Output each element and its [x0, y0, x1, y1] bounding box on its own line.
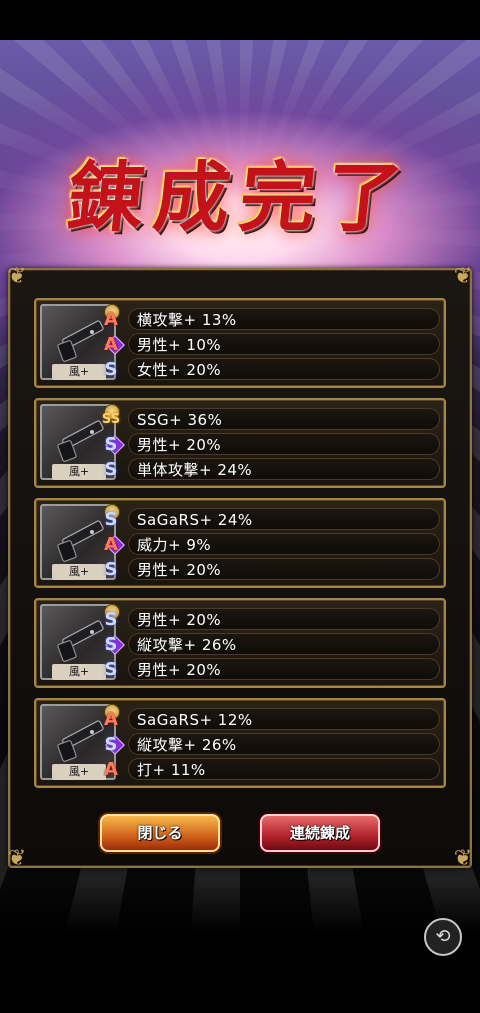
result-title: 錬成完了 — [63, 153, 417, 242]
stat-row: S 女性+ 20% — [105, 358, 440, 380]
rank-s-icon: S — [104, 734, 118, 755]
rank-s-icon: S — [104, 559, 118, 580]
stat-row: S 単体攻撃+ 24% — [105, 458, 440, 480]
stat-row: S 男性+ 20% — [105, 558, 440, 580]
stat-row: S 男性+ 20% — [105, 433, 440, 455]
rank-a-icon: A — [104, 534, 118, 555]
stat-text: 男性+ 20% — [137, 661, 222, 679]
stat-text: SaGaRS+ 12% — [137, 711, 253, 729]
stat-text: SaGaRS+ 24% — [137, 511, 253, 529]
stat-text: 女性+ 20% — [137, 361, 222, 379]
rank-s-icon: S — [104, 609, 118, 630]
rank-s-icon: S — [104, 434, 118, 455]
rank-a-icon: A — [104, 709, 118, 730]
rank-s-icon: S — [104, 359, 118, 380]
weapon-result-card: 風+ A SaGaRS+ 12% S 縦攻撃+ 26% A 打+ 11% — [34, 698, 446, 788]
rank-ss-icon: SS — [101, 412, 121, 427]
stat-row: A 威力+ 9% — [104, 533, 440, 555]
stat-row: S 男性+ 20% — [105, 608, 440, 630]
element-tag: 風+ — [52, 364, 106, 380]
rank-s-icon: S — [104, 659, 118, 680]
bottom-fade — [0, 880, 480, 1013]
rank-s-icon: S — [104, 509, 118, 530]
weapon-result-card: 風+ A 横攻撃+ 13% A 男性+ 10% S 女性+ 20% — [34, 298, 446, 388]
stat-row: S SaGaRS+ 24% — [105, 508, 440, 530]
share-icon[interactable]: ⟲ — [424, 918, 462, 956]
corner-ornament-icon: ❦ — [453, 264, 473, 289]
pistol-icon — [57, 520, 104, 562]
pistol-icon — [57, 720, 104, 762]
element-tag: 風+ — [52, 564, 106, 580]
stat-text: 威力+ 9% — [137, 536, 212, 554]
stat-row: S 縦攻撃+ 26% — [105, 733, 440, 755]
element-tag: 風+ — [52, 764, 106, 780]
pistol-icon — [57, 320, 104, 362]
stat-text: 男性+ 20% — [137, 561, 222, 579]
stat-text: 横攻撃+ 13% — [137, 311, 237, 329]
stat-row: SS SSG+ 36% — [102, 408, 440, 430]
weapon-result-card: 風+ S SaGaRS+ 24% A 威力+ 9% S 男性+ 20% — [34, 498, 446, 588]
stat-text: 男性+ 20% — [137, 436, 222, 454]
stat-row: A 横攻撃+ 13% — [104, 308, 440, 330]
repeat-refine-button[interactable]: 連続錬成 — [260, 814, 380, 852]
stat-row: A 男性+ 10% — [104, 333, 440, 355]
element-tag: 風+ — [52, 664, 106, 680]
stat-row: A SaGaRS+ 12% — [104, 708, 440, 730]
rank-a-icon: A — [104, 309, 118, 330]
rank-a-icon: A — [104, 334, 118, 355]
rank-a-icon: A — [104, 759, 118, 780]
close-button[interactable]: 閉じる — [100, 814, 220, 852]
stat-text: SSG+ 36% — [137, 411, 223, 429]
element-tag: 風+ — [52, 464, 106, 480]
corner-ornament-icon: ❦ — [7, 846, 27, 871]
weapon-result-card: 風+ S 男性+ 20% S 縦攻撃+ 26% S 男性+ 20% — [34, 598, 446, 688]
pistol-icon — [57, 620, 104, 662]
stat-text: 縦攻撃+ 26% — [137, 636, 237, 654]
rank-s-icon: S — [104, 634, 118, 655]
stat-row: S 縦攻撃+ 26% — [105, 633, 440, 655]
corner-ornament-icon: ❦ — [453, 846, 473, 871]
stat-row: A 打+ 11% — [104, 758, 440, 780]
stat-row: S 男性+ 20% — [105, 658, 440, 680]
weapon-result-card: 風+ SS SSG+ 36% S 男性+ 20% S 単体攻撃+ 24% — [34, 398, 446, 488]
stat-text: 縦攻撃+ 26% — [137, 736, 237, 754]
stat-text: 男性+ 20% — [137, 611, 222, 629]
stat-text: 男性+ 10% — [137, 336, 222, 354]
stat-text: 単体攻撃+ 24% — [137, 461, 253, 479]
stat-text: 打+ 11% — [137, 761, 206, 779]
corner-ornament-icon: ❦ — [7, 264, 27, 289]
rank-s-icon: S — [104, 459, 118, 480]
